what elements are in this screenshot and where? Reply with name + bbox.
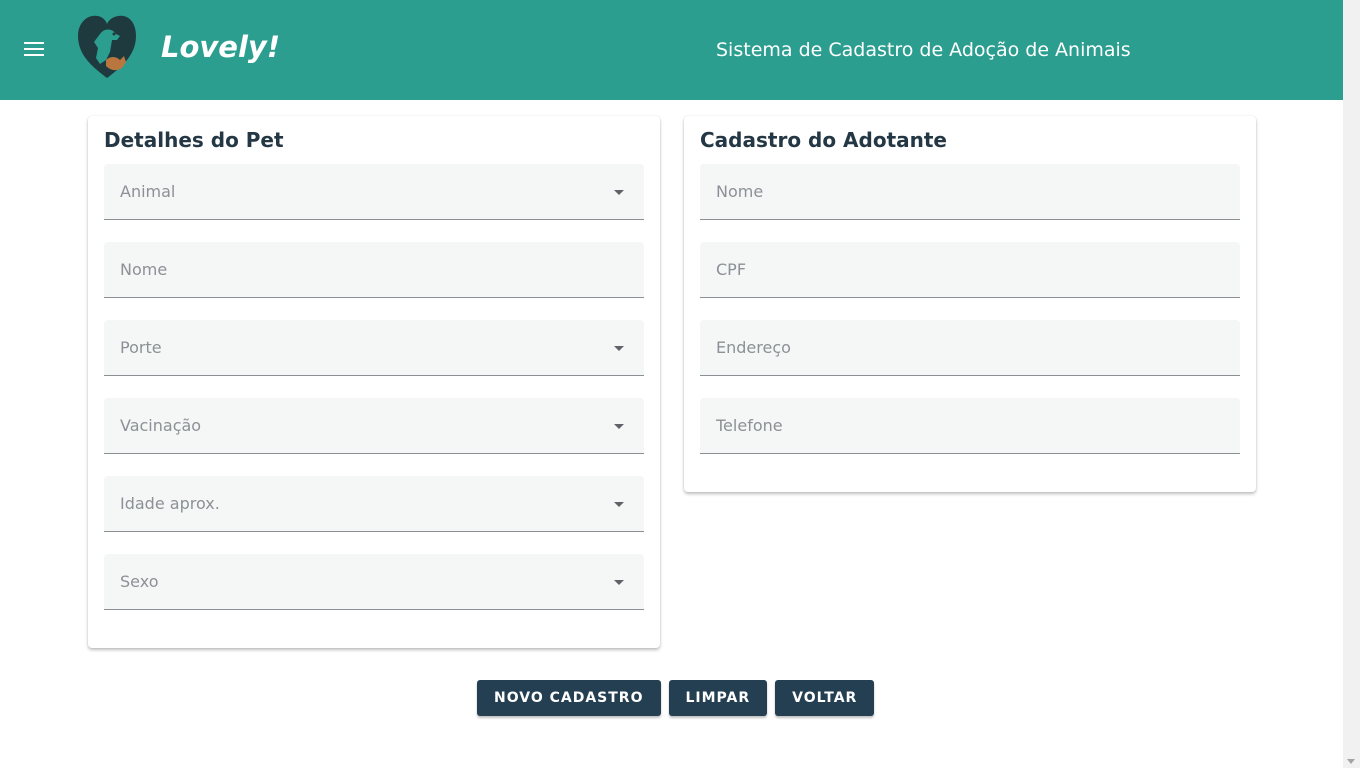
app-root: Lovely! Sistema de Cadastro de Adoção de… [0, 0, 1360, 768]
pet-heart-logo-icon [78, 15, 136, 78]
vertical-scrollbar[interactable] [1343, 0, 1360, 768]
pet-card-title: Detalhes do Pet [104, 128, 284, 152]
idade-select-label: Idade aprox. [120, 494, 220, 513]
cpf-input[interactable]: CPF [700, 242, 1240, 298]
vacinacao-select[interactable]: Vacinação [104, 398, 644, 454]
animal-select[interactable]: Animal [104, 164, 644, 220]
voltar-button[interactable]: VOLTAR [775, 680, 875, 716]
dropdown-arrow-icon [614, 580, 624, 585]
vacinacao-select-label: Vacinação [120, 416, 202, 435]
telefone-label: Telefone [716, 416, 783, 435]
endereco-input[interactable]: Endereço [700, 320, 1240, 376]
pet-details-card: Detalhes do Pet Animal Nome Porte Vacina… [88, 116, 660, 648]
cpf-label: CPF [716, 260, 747, 279]
adopter-card-title: Cadastro do Adotante [700, 128, 947, 152]
pet-name-label: Nome [120, 260, 168, 279]
pet-name-input[interactable]: Nome [104, 242, 644, 298]
animal-select-label: Animal [120, 182, 176, 201]
sexo-select-label: Sexo [120, 572, 159, 591]
brand-name: Lovely! [161, 30, 281, 64]
porte-select[interactable]: Porte [104, 320, 644, 376]
adopter-name-label: Nome [716, 182, 764, 201]
porte-select-label: Porte [120, 338, 162, 357]
sexo-select[interactable]: Sexo [104, 554, 644, 610]
adopter-name-input[interactable]: Nome [700, 164, 1240, 220]
dropdown-arrow-icon [614, 424, 624, 429]
menu-icon[interactable] [22, 38, 46, 62]
novo-cadastro-button[interactable]: NOVO CADASTRO [477, 680, 661, 716]
dropdown-arrow-icon [614, 190, 624, 195]
telefone-input[interactable]: Telefone [700, 398, 1240, 454]
scroll-down-arrow-icon[interactable] [1347, 759, 1355, 764]
dropdown-arrow-icon [614, 346, 624, 351]
adopter-card: Cadastro do Adotante Nome CPF Endereço T… [684, 116, 1256, 492]
endereco-label: Endereço [716, 338, 791, 357]
app-title: Sistema de Cadastro de Adoção de Animais [716, 39, 1131, 61]
top-app-bar: Lovely! Sistema de Cadastro de Adoção de… [0, 0, 1343, 100]
action-buttons: NOVO CADASTRO LIMPAR VOLTAR [477, 680, 875, 716]
dropdown-arrow-icon [614, 502, 624, 507]
idade-select[interactable]: Idade aprox. [104, 476, 644, 532]
limpar-button[interactable]: LIMPAR [668, 680, 768, 716]
